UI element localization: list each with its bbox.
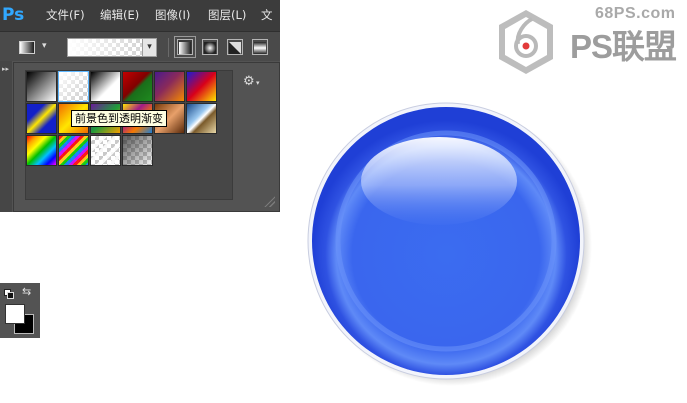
chevron-down-icon[interactable]: ▾ (42, 40, 52, 52)
chevron-down-icon[interactable]: ▾ (256, 79, 260, 87)
separator (168, 38, 169, 57)
gradient-preset[interactable] (90, 135, 121, 166)
gradient-preset[interactable] (26, 71, 57, 102)
brand-name: PS联盟 (570, 28, 677, 65)
color-tool-panel: ⇆ (0, 283, 40, 338)
menu-bar: Ps 文件(F) 编辑(E) 图像(I) 图层(L) 文 (0, 0, 280, 31)
menu-file[interactable]: 文件(F) (46, 7, 85, 23)
gradient-preset[interactable] (186, 103, 217, 134)
gradient-preset-grid (25, 70, 233, 200)
gradient-picker: ⚙ ▾ (13, 62, 280, 212)
reflected-gradient-icon[interactable] (252, 39, 268, 55)
brand-logo-icon (499, 10, 553, 74)
gradient-preset[interactable] (122, 135, 153, 166)
gradient-preset-selected[interactable] (58, 71, 89, 102)
menu-layer[interactable]: 图层(L) (208, 7, 246, 23)
options-bar: ▾ ▾ (0, 31, 280, 61)
default-colors-icon[interactable] (4, 289, 14, 299)
blue-orb (307, 102, 592, 386)
gradient-preset[interactable] (90, 71, 121, 102)
photoshop-panel: Ps 文件(F) 编辑(E) 图像(I) 图层(L) 文 ▾ ▾ ▸▸ ⚙ ▾ … (0, 0, 280, 212)
foreground-color-swatch[interactable] (5, 304, 25, 324)
double-arrow-icon[interactable]: ▸▸ (2, 65, 9, 73)
gear-icon[interactable]: ⚙ (243, 75, 255, 89)
panel-collapse-strip[interactable]: ▸▸ (0, 61, 12, 212)
gradient-tool-icon[interactable] (19, 41, 35, 54)
gradient-preset[interactable] (26, 135, 57, 166)
resize-grip-icon[interactable] (263, 195, 275, 207)
tooltip: 前景色到透明渐变 (71, 110, 167, 127)
app-logo: Ps (2, 5, 25, 25)
menu-text[interactable]: 文 (261, 7, 273, 23)
brand-url: 68PS.com (595, 5, 676, 22)
gradient-preset[interactable] (122, 71, 153, 102)
gradient-preset[interactable] (58, 135, 89, 166)
gradient-preset[interactable] (154, 71, 185, 102)
gradient-preset[interactable] (186, 71, 217, 102)
menu-image[interactable]: 图像(I) (155, 7, 190, 23)
radial-gradient-icon[interactable] (202, 39, 218, 55)
linear-gradient-icon[interactable] (174, 36, 196, 58)
menu-edit[interactable]: 编辑(E) (100, 7, 139, 23)
swap-colors-icon[interactable]: ⇆ (22, 286, 31, 298)
gradient-editor-field[interactable]: ▾ (67, 38, 157, 57)
gradient-dropdown-button[interactable]: ▾ (142, 39, 156, 56)
gradient-preset[interactable] (26, 103, 57, 134)
angle-gradient-icon[interactable] (227, 39, 243, 55)
